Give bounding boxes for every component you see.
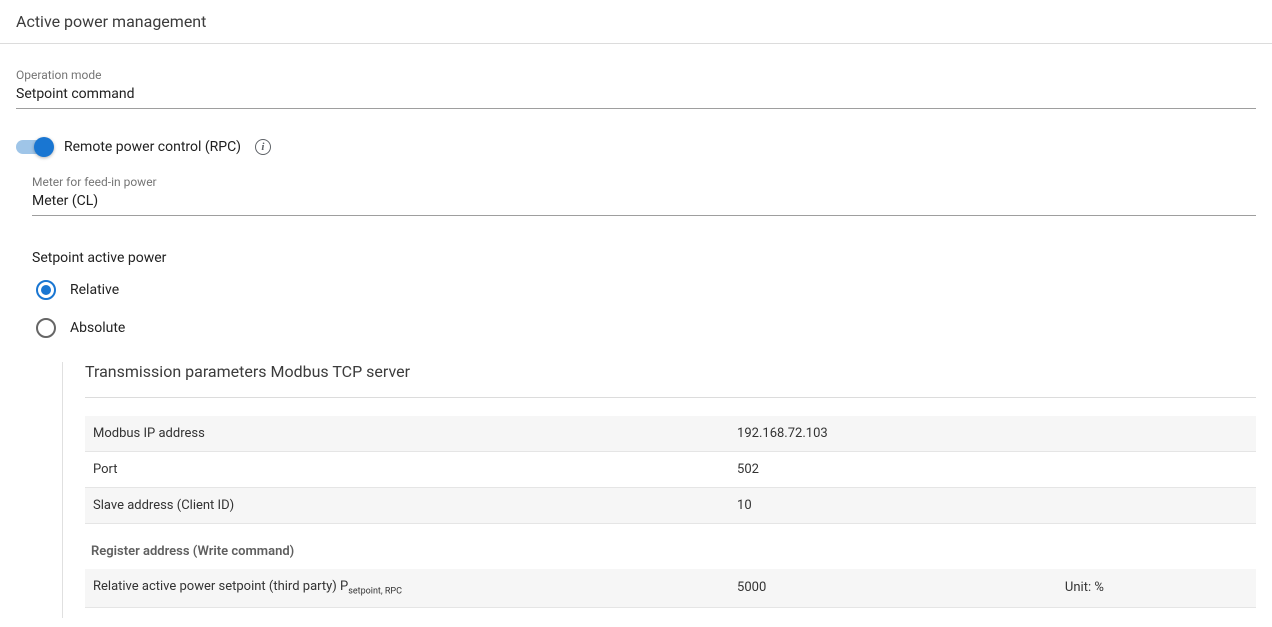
modbus-slave-value: 10 <box>729 488 1057 524</box>
meter-field[interactable]: Meter for feed-in power Meter (CL) <box>32 175 1256 216</box>
register-table: Relative active power setpoint (third pa… <box>85 569 1256 608</box>
register-value: 5000 <box>729 569 1057 607</box>
register-header: Register address (Write command) <box>91 544 1256 559</box>
modbus-table: Modbus IP address 192.168.72.103 Port 50… <box>85 416 1256 524</box>
modbus-slave-label: Slave address (Client ID) <box>85 488 729 524</box>
modbus-port-label: Port <box>85 452 729 488</box>
radio-unchecked-icon <box>36 318 56 338</box>
table-row: Relative active power setpoint (third pa… <box>85 569 1256 607</box>
section-title: Active power management <box>0 0 1272 44</box>
table-row: Slave address (Client ID) 10 <box>85 488 1256 524</box>
radio-absolute[interactable]: Absolute <box>36 318 1256 338</box>
radio-checked-icon <box>36 280 56 300</box>
operation-mode-field[interactable]: Operation mode Setpoint command <box>16 68 1256 109</box>
meter-value: Meter (CL) <box>32 193 1256 216</box>
modbus-port-value: 502 <box>729 452 1057 488</box>
operation-mode-value: Setpoint command <box>16 86 1256 109</box>
modbus-panel: Transmission parameters Modbus TCP serve… <box>62 362 1256 618</box>
rpc-toggle-label: Remote power control (RPC) <box>64 139 241 155</box>
setpoint-group-label: Setpoint active power <box>32 250 1256 266</box>
modbus-ip-label: Modbus IP address <box>85 416 729 452</box>
modbus-title: Transmission parameters Modbus TCP serve… <box>85 362 1256 398</box>
operation-mode-label: Operation mode <box>16 68 1256 82</box>
register-unit: Unit: % <box>1057 569 1256 607</box>
register-label: Relative active power setpoint (third pa… <box>85 569 729 607</box>
meter-label: Meter for feed-in power <box>32 175 1256 189</box>
modbus-ip-value: 192.168.72.103 <box>729 416 1057 452</box>
table-row: Modbus IP address 192.168.72.103 <box>85 416 1256 452</box>
radio-relative-label: Relative <box>70 282 119 298</box>
info-icon[interactable]: i <box>255 139 271 155</box>
rpc-toggle[interactable] <box>16 140 50 154</box>
radio-absolute-label: Absolute <box>70 320 125 336</box>
table-row: Port 502 <box>85 452 1256 488</box>
radio-relative[interactable]: Relative <box>36 280 1256 300</box>
